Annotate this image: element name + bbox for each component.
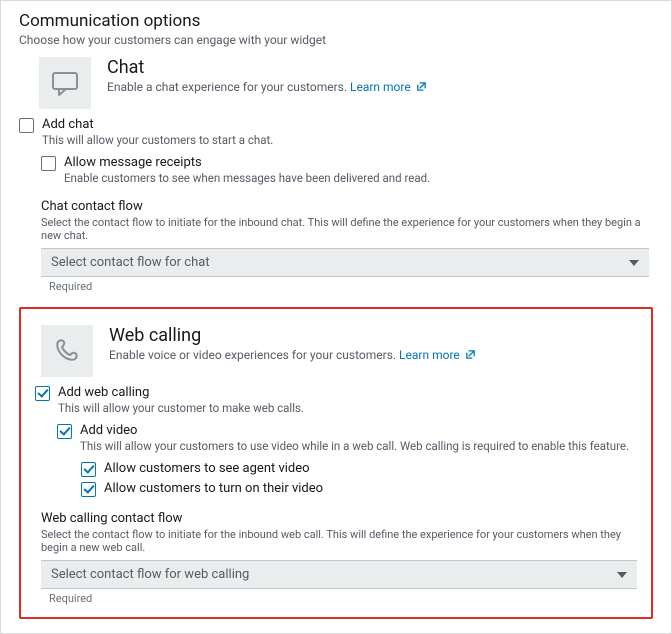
turn-on-video-label: Allow customers to turn on their video	[104, 481, 323, 496]
turn-on-video-checkbox[interactable]	[81, 482, 96, 497]
chevron-down-icon	[617, 572, 627, 578]
external-link-icon	[465, 349, 476, 363]
message-receipts-row: Allow message receipts Enable customers …	[41, 155, 653, 185]
chat-learn-more-text: Learn more	[350, 80, 411, 94]
web-flow-desc: Select the contact flow to initiate for …	[41, 528, 637, 554]
chat-feature-header: Chat Enable a chat experience for your c…	[39, 57, 653, 109]
web-flow-placeholder: Select contact flow for web calling	[51, 567, 249, 582]
page-title: Communication options	[19, 11, 653, 31]
add-web-calling-label: Add web calling	[58, 385, 304, 400]
phone-icon	[41, 325, 93, 377]
add-chat-row: Add chat This will allow your customers …	[19, 117, 653, 147]
chat-desc-text: Enable a chat experience for your custom…	[107, 80, 347, 94]
web-flow-title: Web calling contact flow	[41, 511, 637, 526]
chat-title: Chat	[107, 57, 427, 78]
chat-learn-more-link[interactable]: Learn more	[350, 80, 427, 94]
turn-on-video-row: Allow customers to turn on their video	[81, 481, 637, 497]
add-chat-desc: This will allow your customers to start …	[42, 133, 273, 147]
chat-flow-select[interactable]: Select contact flow for chat	[41, 248, 649, 277]
web-flow-select[interactable]: Select contact flow for web calling	[41, 560, 637, 589]
web-calling-highlight: Web calling Enable voice or video experi…	[19, 307, 653, 619]
chat-icon	[39, 57, 91, 109]
add-video-row: Add video This will allow your customers…	[57, 423, 637, 453]
web-flow-required: Required	[49, 592, 637, 605]
chat-flow-desc: Select the contact flow to initiate for …	[41, 216, 649, 242]
see-agent-video-label: Allow customers to see agent video	[104, 461, 310, 476]
chat-desc: Enable a chat experience for your custom…	[107, 80, 427, 95]
see-agent-video-checkbox[interactable]	[81, 462, 96, 477]
web-calling-desc: Enable voice or video experiences for yo…	[109, 348, 476, 363]
web-calling-desc-text: Enable voice or video experiences for yo…	[109, 348, 396, 362]
message-receipts-label: Allow message receipts	[64, 155, 430, 170]
add-web-calling-desc: This will allow your customer to make we…	[58, 401, 304, 415]
chat-flow-required: Required	[49, 280, 649, 293]
message-receipts-desc: Enable customers to see when messages ha…	[64, 171, 430, 185]
message-receipts-checkbox[interactable]	[41, 156, 56, 171]
page-subtitle: Choose how your customers can engage wit…	[19, 33, 653, 47]
chevron-down-icon	[629, 260, 639, 266]
web-calling-feature-header: Web calling Enable voice or video experi…	[41, 325, 637, 377]
see-agent-video-row: Allow customers to see agent video	[81, 461, 637, 477]
add-chat-label: Add chat	[42, 117, 273, 132]
communication-options-panel: Communication options Choose how your cu…	[0, 0, 672, 634]
chat-flow-title: Chat contact flow	[41, 199, 649, 214]
web-calling-learn-more-text: Learn more	[399, 348, 460, 362]
web-calling-title: Web calling	[109, 325, 476, 346]
add-chat-checkbox[interactable]	[19, 118, 34, 133]
add-web-calling-checkbox[interactable]	[35, 386, 50, 401]
chat-flow-placeholder: Select contact flow for chat	[51, 255, 210, 270]
web-calling-learn-more-link[interactable]: Learn more	[399, 348, 476, 362]
add-video-desc: This will allow your customers to use vi…	[80, 439, 629, 453]
add-web-calling-row: Add web calling This will allow your cus…	[35, 385, 637, 415]
add-video-label: Add video	[80, 423, 629, 438]
add-video-checkbox[interactable]	[57, 424, 72, 439]
external-link-icon	[416, 81, 427, 95]
